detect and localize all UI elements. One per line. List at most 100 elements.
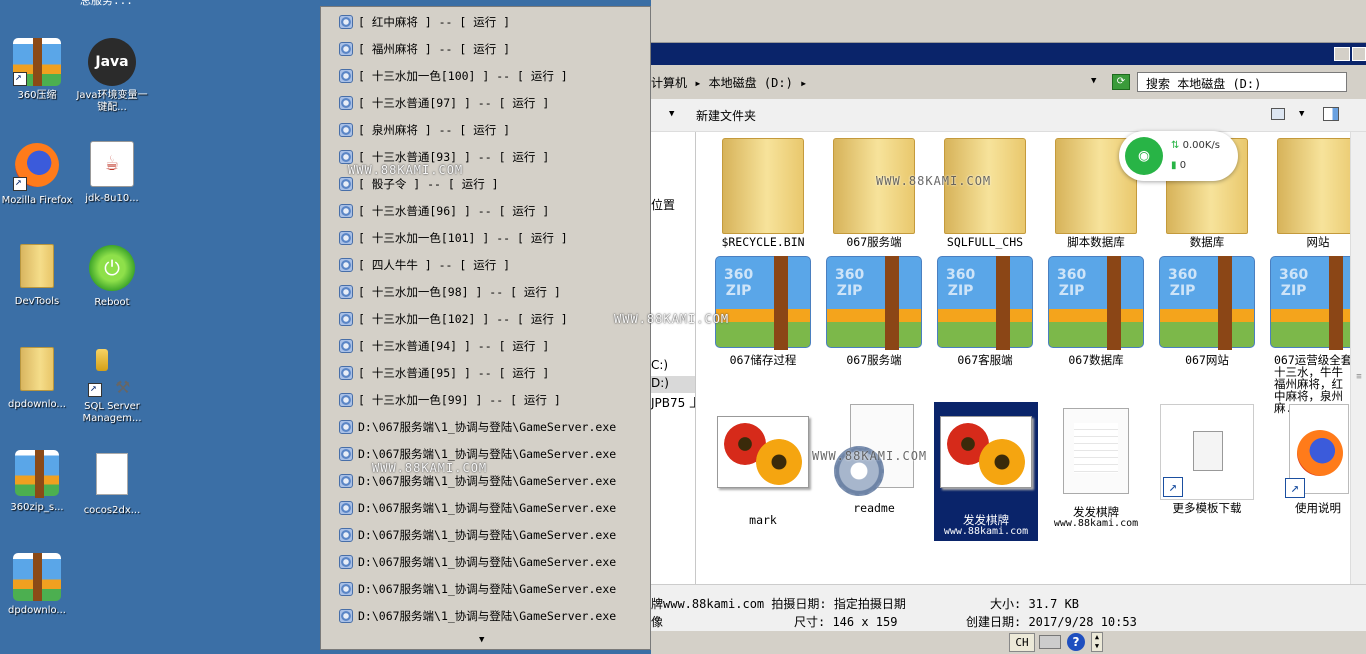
app-gear-icon (339, 609, 353, 623)
vertical-scrollbar[interactable]: ≡ (1350, 132, 1366, 584)
refresh-button[interactable]: ⟳ (1112, 74, 1130, 90)
file-item[interactable]: 067服务端 (822, 256, 926, 366)
menu-item[interactable]: [ 十三水普通[96] ] -- [ 运行 ] (339, 201, 649, 221)
desktop-icon-dpdownload-zip[interactable]: dpdownlo... (0, 553, 74, 617)
menu-item[interactable]: [ 十三水加一色[102] ] -- [ 运行 ] (339, 309, 649, 329)
preview-pane-icon[interactable] (1323, 107, 1339, 121)
menu-item-label: [ 十三水加一色[98] ] -- [ 运行 ] (358, 285, 561, 299)
scroll-down-icon[interactable]: ▼ (479, 635, 484, 645)
address-bar: 计算机 ▸ 本地磁盘 (D:) ▸ ▼ ⟳ 搜索 本地磁盘 (D:) (651, 65, 1366, 99)
file-item[interactable]: 067数据库 (1044, 256, 1148, 366)
zip-archive-icon (13, 553, 61, 601)
transfer-arrows-icon: ⇅ (1171, 140, 1180, 151)
nav-item-drive-d[interactable]: D:) (651, 376, 669, 390)
file-item[interactable]: $RECYCLE.BIN (711, 138, 815, 248)
minimize-button[interactable] (1334, 47, 1350, 61)
menu-item[interactable]: [ 十三水普通[94] ] -- [ 运行 ] (339, 336, 649, 356)
menu-item[interactable]: D:\067服务端\1_协调与登陆\GameServer.exe (339, 417, 649, 437)
watermark: WWW.88KAMI.COM (876, 174, 992, 188)
desktop-icon-dpdownload-folder[interactable]: dpdownlo... (0, 347, 74, 411)
watermark: WWW.88KAMI.COM (372, 461, 488, 475)
file-list: $RECYCLE.BIN 067服务端 SQLFULL_CHS 脚本数据库 数据… (697, 132, 1366, 584)
keyboard-icon[interactable] (1039, 635, 1061, 649)
scroll-grip-icon[interactable]: ≡ (1353, 372, 1365, 392)
menu-item[interactable]: [ 红中麻将 ] -- [ 运行 ] (339, 12, 649, 32)
desktop-icon-360zip-setup[interactable]: 360zip_s... (0, 450, 74, 514)
file-item[interactable]: ↗ 更多模板下载 (1155, 404, 1259, 514)
desktop-icon-reboot[interactable]: ⏻ Reboot (75, 244, 149, 309)
menu-item[interactable]: [ 十三水加一色[101] ] -- [ 运行 ] (339, 228, 649, 248)
app-gear-icon (339, 231, 353, 245)
menu-item[interactable]: [ 十三水普通[95] ] -- [ 运行 ] (339, 363, 649, 383)
search-input[interactable]: 搜索 本地磁盘 (D:) (1137, 72, 1347, 92)
file-name: SQLFULL_CHS (946, 235, 1024, 249)
zip-installer-icon (13, 450, 61, 498)
menu-item[interactable]: [ 十三水加一色[100] ] -- [ 运行 ] (339, 66, 649, 86)
sql-server-tools-icon: ⚒ (88, 349, 136, 397)
desktop-icon-cocos2dx[interactable]: cocos2dx... (75, 450, 149, 517)
file-item[interactable]: 067网站 (1155, 256, 1259, 366)
file-subtitle: www.88kami.com (1053, 518, 1139, 529)
desktop-icon-devtools[interactable]: DevTools (0, 244, 74, 308)
shortcut-arrow-icon (13, 71, 27, 86)
menu-item[interactable]: [ 四人牛牛 ] -- [ 运行 ] (339, 255, 649, 275)
language-bar: CH ? ▲ ▼ (651, 631, 1366, 654)
wifi-icon: ◉ (1125, 137, 1163, 175)
menu-item[interactable]: [ 十三水加一色[98] ] -- [ 运行 ] (339, 282, 649, 302)
view-options-icon[interactable] (1271, 108, 1285, 120)
explorer-window: 计算机 ▸ 本地磁盘 (D:) ▸ ▼ ⟳ 搜索 本地磁盘 (D:) ▼ 新建文… (651, 0, 1366, 654)
menu-item[interactable]: D:\067服务端\1_协调与登陆\GameServer.exe (339, 498, 649, 518)
desktop-icon-jdk[interactable]: ☕ jdk-8u10... (75, 141, 149, 205)
nav-item-jpb75[interactable]: JPB75 上 (651, 394, 695, 411)
explorer-toolbar: ▼ 新建文件夹 ▼ (651, 99, 1366, 132)
text-document-icon (1048, 408, 1144, 504)
desktop-icon-sql-server-management[interactable]: ⚒ SQL Server Managem... (75, 347, 149, 425)
menu-item-label: [ 泉州麻将 ] -- [ 运行 ] (358, 123, 511, 137)
desktop-icon-firefox[interactable]: Mozilla Firefox (0, 141, 74, 207)
language-bar-options-icon[interactable]: ▲ ▼ (1091, 632, 1103, 652)
desktop-icon-360zip[interactable]: 360压缩 (0, 38, 74, 102)
address-dropdown-icon[interactable]: ▼ (1091, 76, 1096, 86)
zip-archive-icon (715, 256, 811, 352)
menu-item-label: D:\067服务端\1_协调与登陆\GameServer.exe (358, 528, 617, 542)
menu-item[interactable]: [ 泉州麻将 ] -- [ 运行 ] (339, 120, 649, 140)
details-type-line: 像 (651, 615, 664, 629)
address-path[interactable]: 计算机 ▸ 本地磁盘 (D:) ▸ (651, 74, 807, 91)
file-item[interactable]: 发发棋牌 www.88kami.com (1044, 404, 1148, 530)
menu-item[interactable]: D:\067服务端\1_协调与登陆\GameServer.exe (339, 579, 649, 599)
menu-item[interactable]: [ 十三水加一色[99] ] -- [ 运行 ] (339, 390, 649, 410)
network-speed-widget[interactable]: ◉ ⇅ 0.00K/s ▮ 0 (1119, 131, 1238, 181)
file-item-selected[interactable]: 发发棋牌 www.88kami.com (934, 402, 1038, 541)
help-icon[interactable]: ? (1067, 633, 1085, 651)
menu-item[interactable]: D:\067服务端\1_协调与登陆\GameServer.exe (339, 552, 649, 572)
desktop-icon-label: dpdownlo... (8, 399, 66, 410)
file-item[interactable]: SQLFULL_CHS (933, 138, 1037, 248)
menu-item[interactable]: [ 骰子令 ] -- [ 运行 ] (339, 174, 649, 194)
desktop-icon-java-config[interactable]: Java Java环境变量一键配... (75, 38, 149, 114)
menu-item[interactable]: [ 十三水普通[97] ] -- [ 运行 ] (339, 93, 649, 113)
java-installer-icon: ☕ (88, 141, 136, 189)
zip-archive-icon (826, 256, 922, 352)
menu-item-label: [ 十三水加一色[100] ] -- [ 运行 ] (358, 69, 568, 83)
new-folder-button[interactable]: 新建文件夹 (696, 107, 756, 124)
file-item[interactable]: 067客服端 (933, 256, 1037, 366)
file-item[interactable]: 067服务端 (822, 138, 926, 248)
nav-item-locations[interactable]: 位置 (651, 196, 675, 213)
organize-dropdown-icon[interactable]: ▼ (669, 109, 674, 119)
menu-item[interactable]: D:\067服务端\1_协调与登陆\GameServer.exe (339, 606, 649, 626)
view-dropdown-icon[interactable]: ▼ (1299, 109, 1304, 119)
nav-item-drive-c[interactable]: C:) (651, 358, 668, 372)
app-gear-icon (339, 42, 353, 56)
menu-item[interactable]: D:\067服务端\1_协调与登陆\GameServer.exe (339, 525, 649, 545)
menu-item-label: [ 十三水普通[97] ] -- [ 运行 ] (358, 96, 550, 110)
file-item[interactable]: mark (711, 404, 815, 526)
maximize-button[interactable] (1352, 47, 1366, 61)
connection-icon: ▮ (1171, 160, 1177, 171)
explorer-titlebar[interactable] (651, 43, 1366, 65)
input-language-button[interactable]: CH (1009, 633, 1035, 652)
app-gear-icon (339, 528, 353, 542)
menu-item[interactable]: [ 福州麻将 ] -- [ 运行 ] (339, 39, 649, 59)
menu-item-label: D:\067服务端\1_协调与登陆\GameServer.exe (358, 501, 617, 515)
watermark: WWW.88KAMI.COM (812, 449, 928, 463)
file-item[interactable]: 067储存过程 (711, 256, 815, 366)
